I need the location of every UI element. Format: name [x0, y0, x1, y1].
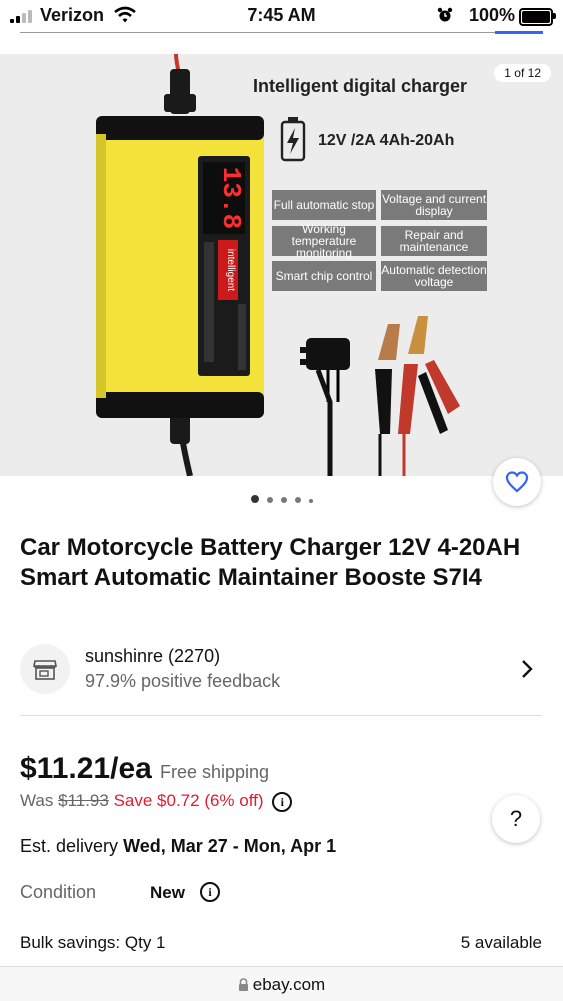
condition-value: New [150, 883, 185, 902]
section-divider [20, 715, 542, 716]
feature-tag: Smart chip control [272, 261, 376, 291]
url-display[interactable]: ebay.com [0, 975, 563, 995]
battery-icon [519, 8, 556, 26]
url-text: ebay.com [252, 975, 326, 994]
bulk-savings: Bulk savings: Qty 1 [20, 933, 166, 952]
feature-tag: Repair and maintenance [381, 226, 487, 256]
quantity-available: 5 available [460, 933, 542, 952]
delivery-estimate: Est. delivery Wed, Mar 27 - Mon, Apr 1 [20, 836, 336, 857]
seller-feedback: 97.9% positive feedback [85, 671, 281, 691]
status-bar: Verizon 7:45 AM 100% [0, 0, 563, 32]
delivery-dates: Wed, Mar 27 - Mon, Apr 1 [123, 836, 337, 856]
was-price-row: Was $11.93 Save $0.72 (6% off) i [20, 791, 293, 812]
item-price: $11.21/ea [20, 752, 152, 785]
feature-tag: Full automatic stop [272, 190, 376, 220]
condition-info-icon[interactable]: i [200, 882, 220, 902]
browser-url-bar[interactable]: ebay.com [0, 966, 563, 1001]
feature-tag: Working temperature monitoring [272, 223, 376, 259]
feature-tag: Automatic detection voltage [381, 261, 487, 291]
battery-percent: 100% [468, 5, 515, 25]
help-button[interactable]: ? [492, 795, 540, 843]
display-reading: 13.8 [216, 167, 246, 229]
was-price: $11.93 [58, 791, 109, 810]
device-label: intelligent [225, 249, 236, 291]
top-divider [20, 32, 542, 33]
page-load-indicator [495, 31, 543, 34]
savings-text: Save $0.72 (6% off) [113, 791, 264, 810]
shipping-info: Free shipping [160, 762, 270, 782]
alarm-icon [437, 7, 453, 22]
listing-title: Car Motorcycle Battery Charger 12V 4-20A… [20, 534, 521, 591]
seller-name[interactable]: sunshinre (2270) [85, 646, 220, 667]
condition-label: Condition [20, 882, 97, 902]
chevron-right-icon[interactable] [520, 658, 534, 680]
spec-text: 12V /2A 4Ah-20Ah [318, 132, 455, 149]
feature-tag: Voltage and current display [381, 190, 487, 220]
hero-title: Intelligent digital charger [253, 76, 468, 96]
info-icon[interactable]: i [272, 791, 293, 812]
product-image-gallery[interactable]: 1 of 12 13.8 intelligent Intelligent dig… [0, 54, 563, 476]
was-label: Was [20, 791, 54, 810]
delivery-label: Est. delivery [20, 836, 119, 856]
image-pagination-dots[interactable] [0, 490, 563, 508]
lock-icon [238, 978, 248, 991]
store-icon[interactable] [20, 644, 70, 694]
